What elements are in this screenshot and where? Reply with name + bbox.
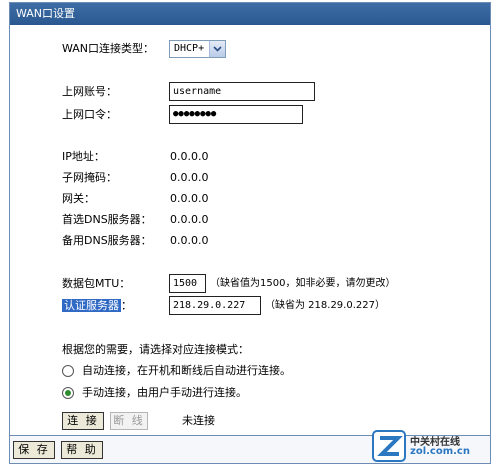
watermark-url: zol.com.cn [410,446,470,457]
mask-value: 0.0.0.0 [170,171,209,184]
mtu-input[interactable]: 1500 [169,274,206,293]
ip-label: IP地址： [62,150,105,163]
help-button[interactable]: 帮 助 [61,441,103,459]
mode-prompt: 根据您的需要，请选择对应连接模式： [62,343,249,356]
chevron-down-icon[interactable] [209,41,225,57]
manual-connect-radio[interactable] [62,387,74,399]
mtu-label: 数据包MTU： [62,277,131,290]
zol-logo-icon [372,430,406,462]
dns1-label: 首选DNS服务器： [62,213,152,226]
panel-title: WAN口设置 [10,3,490,25]
account-label: 上网账号： [62,85,117,98]
auto-connect-radio[interactable] [62,365,74,377]
dns2-value: 0.0.0.0 [170,234,209,247]
auth-server-hint: （缺省为 218.29.0.227） [265,300,385,311]
save-button[interactable]: 保 存 [13,441,55,459]
manual-connect-label[interactable]: 手动连接，由用户手动进行连接。 [82,383,247,403]
auth-server-colon: ： [121,299,132,312]
disconnect-button[interactable]: 断 线 [110,412,148,430]
zol-watermark: 中关村在线 zol.com.cn [372,430,484,464]
mtu-hint: （缺省值为1500，如非必要，请勿更改） [210,278,396,289]
password-input[interactable]: ●●●●●●●● [169,105,303,124]
gateway-value: 0.0.0.0 [170,192,209,205]
wan-settings-panel: WAN口设置 WAN口连接类型： DHCP+ 上网账号： username 上网… [9,2,491,464]
connect-button[interactable]: 连 接 [62,412,104,430]
mask-label: 子网掩码： [62,171,117,184]
auth-server-label: 认证服务器： [62,296,132,316]
wan-type-value: DHCP+ [174,43,205,54]
wan-type-label: WAN口连接类型： [62,42,155,55]
wan-type-select[interactable]: DHCP+ [169,40,226,58]
dns1-value: 0.0.0.0 [170,213,209,226]
auto-connect-label[interactable]: 自动连接，在开机和断线后自动进行连接。 [82,361,291,381]
auth-server-label-text: 认证服务器 [62,299,121,312]
gateway-label: 网关： [62,192,95,205]
ip-value: 0.0.0.0 [170,150,209,163]
auth-server-input[interactable]: 218.29.0.227 [169,296,261,315]
account-input[interactable]: username [169,82,315,101]
password-label: 上网口令： [62,108,117,121]
connection-status: 未连接 [182,414,215,427]
dns2-label: 备用DNS服务器： [62,234,152,247]
